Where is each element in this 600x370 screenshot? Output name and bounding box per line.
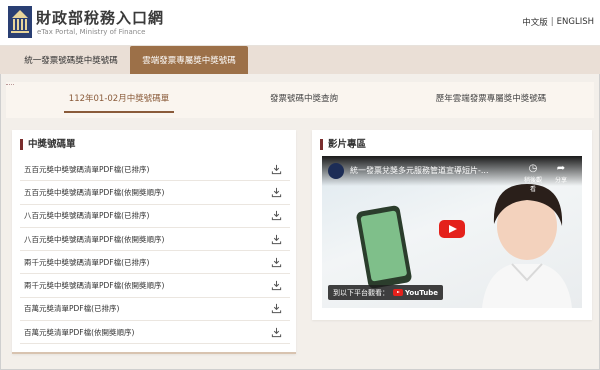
site-subtitle: eTax Portal, Ministry of Finance: [37, 28, 146, 36]
site-title[interactable]: 財政部稅務入口網: [36, 7, 164, 28]
share-icon: ➦: [556, 163, 566, 174]
list-item-label: 五百元獎中獎號碼清單PDF檔(已排序): [24, 164, 150, 174]
download-icon[interactable]: [271, 164, 282, 175]
list-item-label: 兩千元獎中獎號碼清單PDF檔(已排序): [24, 257, 150, 267]
tab-uniform-invoice-prize[interactable]: 統一發票號碼獎中獎號碼: [12, 46, 130, 74]
watch-on-label: 到以下平台觀看：: [333, 288, 389, 297]
subtab-history[interactable]: 歷年雲端發票專屬獎中獎號碼: [426, 92, 556, 110]
watch-on-youtube-bar[interactable]: 到以下平台觀看： YouTube: [328, 285, 443, 300]
download-icon[interactable]: [271, 327, 282, 338]
decorative-dots: [6, 84, 14, 87]
site-header: 財政部稅務入口網 eTax Portal, Ministry of Financ…: [0, 0, 600, 46]
subtab-number-lookup[interactable]: 發票號碼中獎查詢: [254, 92, 354, 110]
winning-list: 五百元獎中獎號碼清單PDF檔(已排序) 五百元獎中獎號碼清單PDF檔(依開獎順序…: [20, 158, 290, 345]
video-title[interactable]: 統一發票兌獎多元服務管道宣導短片-...: [350, 165, 520, 176]
download-icon[interactable]: [271, 187, 282, 198]
youtube-label: YouTube: [405, 288, 438, 297]
video-player[interactable]: 統一發票兌獎多元服務管道宣導短片-... ◷ 稍後觀看 ➦ 分享 到以下平台觀看…: [322, 156, 582, 308]
list-item[interactable]: 兩千元獎中獎號碼清單PDF檔(已排序): [20, 251, 290, 275]
list-item-label: 八百元獎中獎號碼清單PDF檔(已排序): [24, 211, 150, 221]
list-item[interactable]: 百萬元獎清單PDF檔(已排序): [20, 298, 290, 322]
download-icon[interactable]: [271, 303, 282, 314]
download-icon[interactable]: [271, 257, 282, 268]
list-item-label: 百萬元獎清單PDF檔(依開獎順序): [24, 327, 135, 337]
download-icon[interactable]: [271, 234, 282, 245]
panel-title: 影片專區: [320, 139, 366, 150]
language-switch: 中文版 | ENGLISH: [522, 16, 594, 28]
main-tab-bar: 統一發票號碼獎中獎號碼 雲端發票專屬獎中獎號碼: [0, 46, 600, 74]
sub-tab-bar: 112年01-02月中獎號碼單 發票號碼中獎查詢 歷年雲端發票專屬獎中獎號碼: [6, 82, 594, 118]
list-item-label: 兩千元獎中獎號碼清單PDF檔(依開獎順序): [24, 281, 165, 291]
video-presenter-image: [482, 184, 572, 308]
lang-en-link[interactable]: ENGLISH: [557, 17, 594, 27]
subtab-winning-numbers[interactable]: 112年01-02月中獎號碼單: [64, 92, 174, 113]
lang-separator: |: [550, 17, 554, 27]
youtube-logo[interactable]: YouTube: [393, 289, 438, 297]
watch-later-button[interactable]: ◷ 稍後觀看: [522, 163, 544, 193]
list-item-label: 五百元獎中獎號碼清單PDF檔(依開獎順序): [24, 187, 165, 197]
ministry-logo-icon[interactable]: [8, 6, 32, 38]
list-item[interactable]: 兩千元獎中獎號碼清單PDF檔(依開獎順序): [20, 274, 290, 298]
clock-icon: ◷: [528, 163, 538, 174]
share-label: 分享: [554, 177, 567, 184]
video-phone-illustration: [355, 204, 413, 290]
tab-cloud-invoice-prize[interactable]: 雲端發票專屬獎中獎號碼: [130, 46, 248, 74]
list-item[interactable]: 五百元獎中獎號碼清單PDF檔(依開獎順序): [20, 181, 290, 205]
winning-list-panel: 中獎號碼單 五百元獎中獎號碼清單PDF檔(已排序) 五百元獎中獎號碼清單PDF檔…: [12, 130, 296, 354]
list-item[interactable]: 八百元獎中獎號碼清單PDF檔(已排序): [20, 205, 290, 228]
list-item-label: 八百元獎中獎號碼清單PDF檔(依開獎順序): [24, 234, 165, 244]
list-item[interactable]: 百萬元獎清單PDF檔(依開獎順序): [20, 321, 290, 345]
play-button-icon[interactable]: [439, 220, 465, 238]
video-panel: 影片專區 統一發票兌獎多元服務管道宣導短片-... ◷ 稍後觀看 ➦ 分享 到以…: [312, 130, 592, 320]
lang-zh-link[interactable]: 中文版: [522, 16, 548, 28]
download-icon[interactable]: [271, 280, 282, 291]
watch-later-label: 稍後觀看: [523, 177, 542, 193]
list-item[interactable]: 五百元獎中獎號碼清單PDF檔(已排序): [20, 158, 290, 182]
panel-title: 中獎號碼單: [20, 139, 76, 150]
youtube-icon: [393, 289, 403, 296]
list-item[interactable]: 八百元獎中獎號碼清單PDF檔(依開獎順序): [20, 228, 290, 252]
subtab-winning-numbers-label: 112年01-02月中獎號碼單: [68, 94, 170, 104]
download-icon[interactable]: [271, 210, 282, 221]
list-item-label: 百萬元獎清單PDF檔(已排序): [24, 304, 120, 314]
share-button[interactable]: ➦ 分享: [550, 163, 572, 184]
channel-avatar[interactable]: [328, 163, 344, 179]
active-tab-underline: [64, 111, 174, 113]
